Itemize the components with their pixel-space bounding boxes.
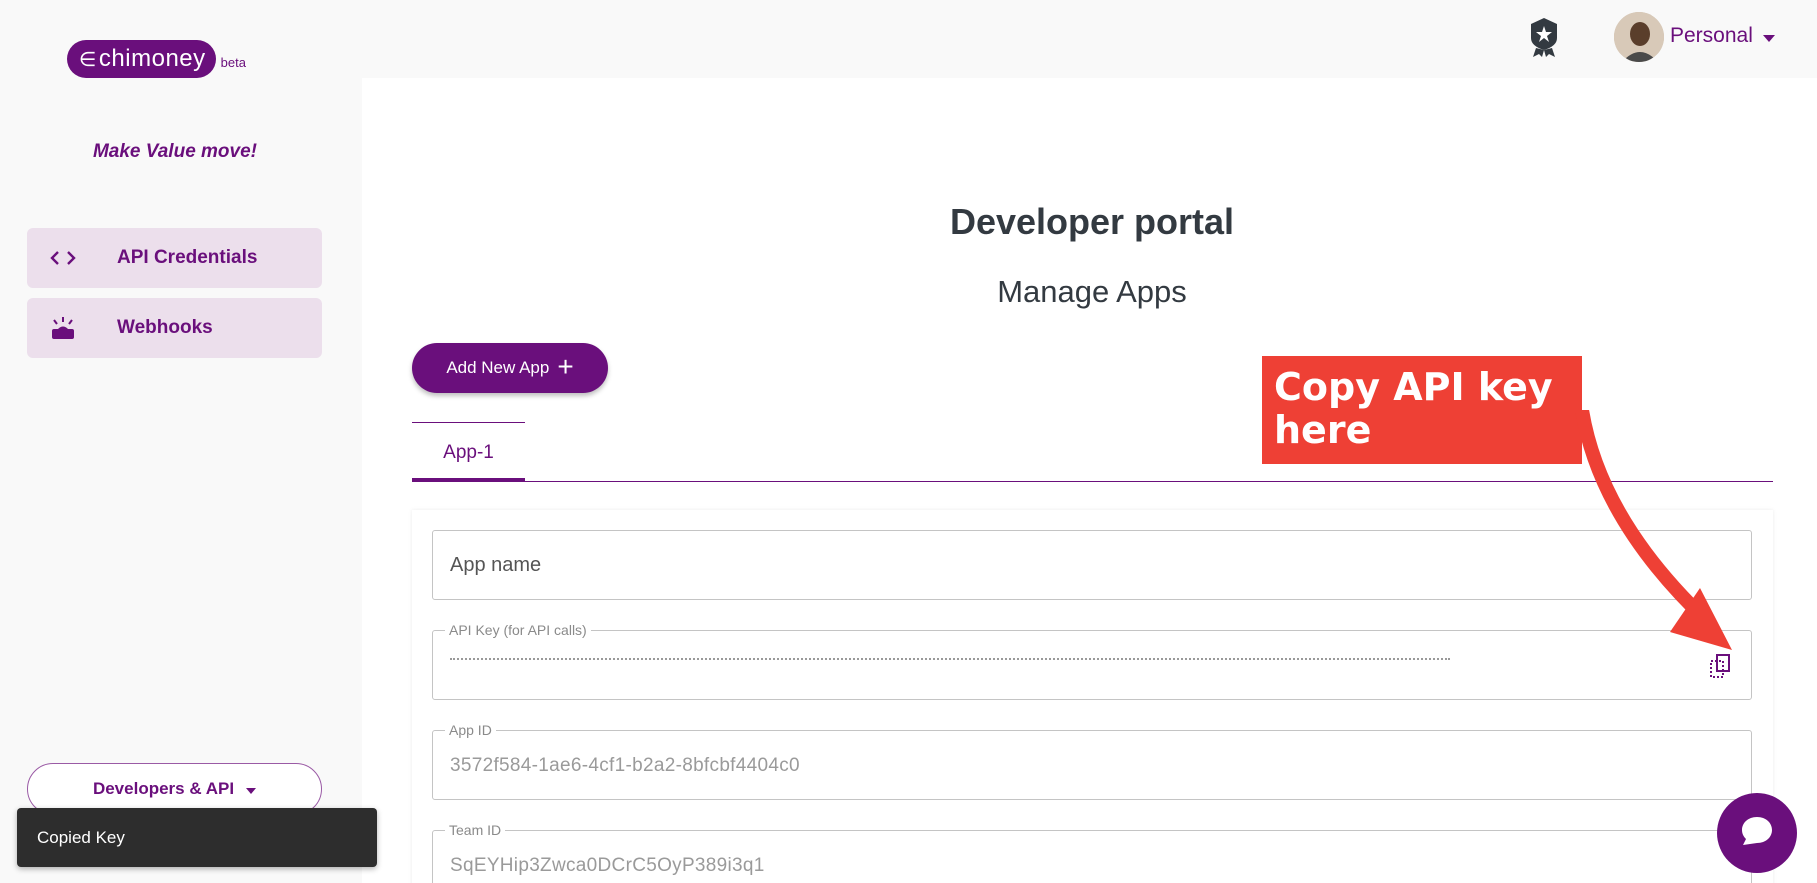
app-name-field[interactable]: App name [432, 530, 1752, 600]
add-new-app-label: Add New App [446, 358, 550, 377]
dropdown-label: Developers & API [92, 779, 235, 798]
app-name-placeholder: App name [450, 553, 542, 576]
page-subtitle: Manage Apps [997, 274, 1187, 309]
tab-label: App-1 [443, 441, 494, 463]
api-key-label: API Key (for API calls) [445, 622, 591, 638]
app-id-value: 3572f584-1ae6-4cf1-b2a2-8bfcbf4404c0 [450, 755, 800, 776]
account-label: Personal [1670, 24, 1753, 47]
chat-button[interactable] [1717, 793, 1797, 873]
app-id-field[interactable]: App ID 3572f584-1ae6-4cf1-b2a2-8bfcbf440… [432, 722, 1752, 800]
sidebar-item-label: API Credentials [117, 247, 258, 268]
tagline: Make Value move! [92, 141, 258, 162]
annotation-arrow-icon [1575, 410, 1732, 650]
team-id-field[interactable]: Team ID SqEYHip3Zwca0DCrC5OyP389i3q1 [432, 822, 1752, 883]
toast-notification: Copied Key [17, 808, 377, 867]
award-badge-icon[interactable] [1527, 16, 1561, 63]
sidebar-item-label: Webhooks [117, 317, 213, 338]
page-title: Developer portal [949, 201, 1235, 242]
team-id-value: SqEYHip3Zwca0DCrC5OyP389i3q1 [450, 855, 765, 876]
api-key-field[interactable]: API Key (for API calls) [432, 622, 1752, 700]
api-key-masked-value [450, 658, 1450, 660]
annotation-callout: Copy API key here [1262, 356, 1582, 464]
sidebar-item-webhooks[interactable]: Webhooks [27, 298, 322, 358]
webhook-icon [47, 316, 79, 340]
account-switcher[interactable]: Personal [1670, 24, 1775, 48]
beta-badge: beta [220, 55, 246, 70]
chimoney-mark-icon: ∈ [79, 48, 97, 71]
code-icon [47, 249, 79, 267]
sidebar-item-api-credentials[interactable]: API Credentials [27, 228, 322, 288]
logo[interactable]: ∈ chimoney beta [67, 40, 246, 78]
add-new-app-button[interactable]: Add New App + [412, 343, 608, 393]
chat-bubble-icon [1740, 815, 1774, 852]
plus-icon: + [557, 351, 574, 382]
avatar[interactable] [1614, 12, 1664, 62]
team-id-label: Team ID [445, 822, 506, 838]
sidebar: ∈ chimoney beta Make Value move! API Cre… [0, 0, 362, 883]
logo-pill: ∈ chimoney [67, 40, 216, 78]
caret-down-icon [1762, 24, 1775, 48]
caret-down-icon [246, 779, 257, 799]
brand-name: chimoney [98, 45, 206, 72]
tab-app-1[interactable]: App-1 [412, 423, 525, 482]
app-id-label: App ID [445, 722, 496, 738]
